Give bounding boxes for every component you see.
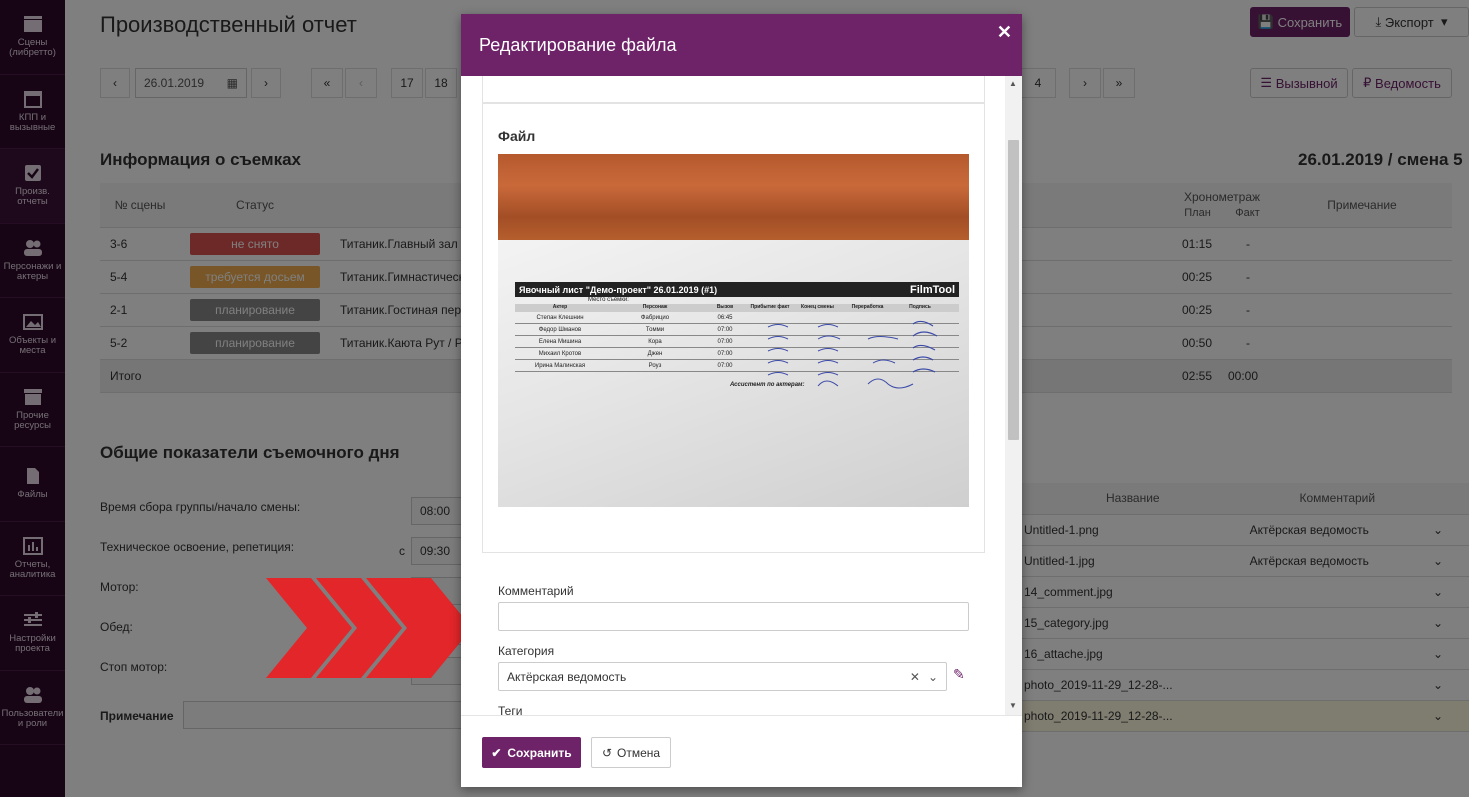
clear-icon[interactable]: ✕ xyxy=(910,670,920,684)
scroll-down-icon[interactable]: ▼ xyxy=(1009,701,1017,710)
save-label: Сохранить xyxy=(507,745,572,760)
scroll-up-icon[interactable]: ▲ xyxy=(1009,79,1017,88)
check-icon: ✔ xyxy=(491,745,502,760)
category-select[interactable]: Актёрская ведомость ✕ ⌄ xyxy=(498,662,947,691)
modal-body: Файл Явочный лист "Демо-проект" 26.01.20… xyxy=(461,76,1022,715)
file-label: Файл xyxy=(498,128,536,144)
save-button[interactable]: ✔ Сохранить xyxy=(482,737,581,768)
arrow-pointer-icon xyxy=(266,578,472,678)
pencil-icon[interactable]: ✎ xyxy=(953,666,965,683)
modal-scrollbar[interactable]: ▲ ▼ xyxy=(1005,76,1022,715)
modal-header: Редактирование файла ✕ xyxy=(461,14,1022,76)
scroll-thumb[interactable] xyxy=(1008,140,1019,440)
tags-label: Теги xyxy=(498,704,523,715)
cancel-button[interactable]: ↺ Отмена xyxy=(591,737,671,768)
chevron-down-icon[interactable]: ⌄ xyxy=(928,670,938,684)
close-icon[interactable]: ✕ xyxy=(997,22,1012,43)
modal-title: Редактирование файла xyxy=(479,34,677,55)
undo-icon: ↺ xyxy=(601,745,612,760)
comment-input[interactable] xyxy=(498,602,969,631)
cancel-label: Отмена xyxy=(617,745,661,760)
handwriting-marks xyxy=(767,320,938,389)
file-preview-image[interactable]: Явочный лист "Демо-проект" 26.01.2019 (#… xyxy=(498,154,969,507)
modal-footer: ✔ Сохранить ↺ Отмена xyxy=(461,715,1022,787)
top-panel xyxy=(482,76,985,103)
edit-file-modal: Редактирование файла ✕ Файл Явочный лист… xyxy=(461,14,1022,787)
category-value: Актёрская ведомость xyxy=(507,669,627,684)
comment-label: Комментарий xyxy=(498,584,574,598)
category-label: Категория xyxy=(498,644,555,658)
